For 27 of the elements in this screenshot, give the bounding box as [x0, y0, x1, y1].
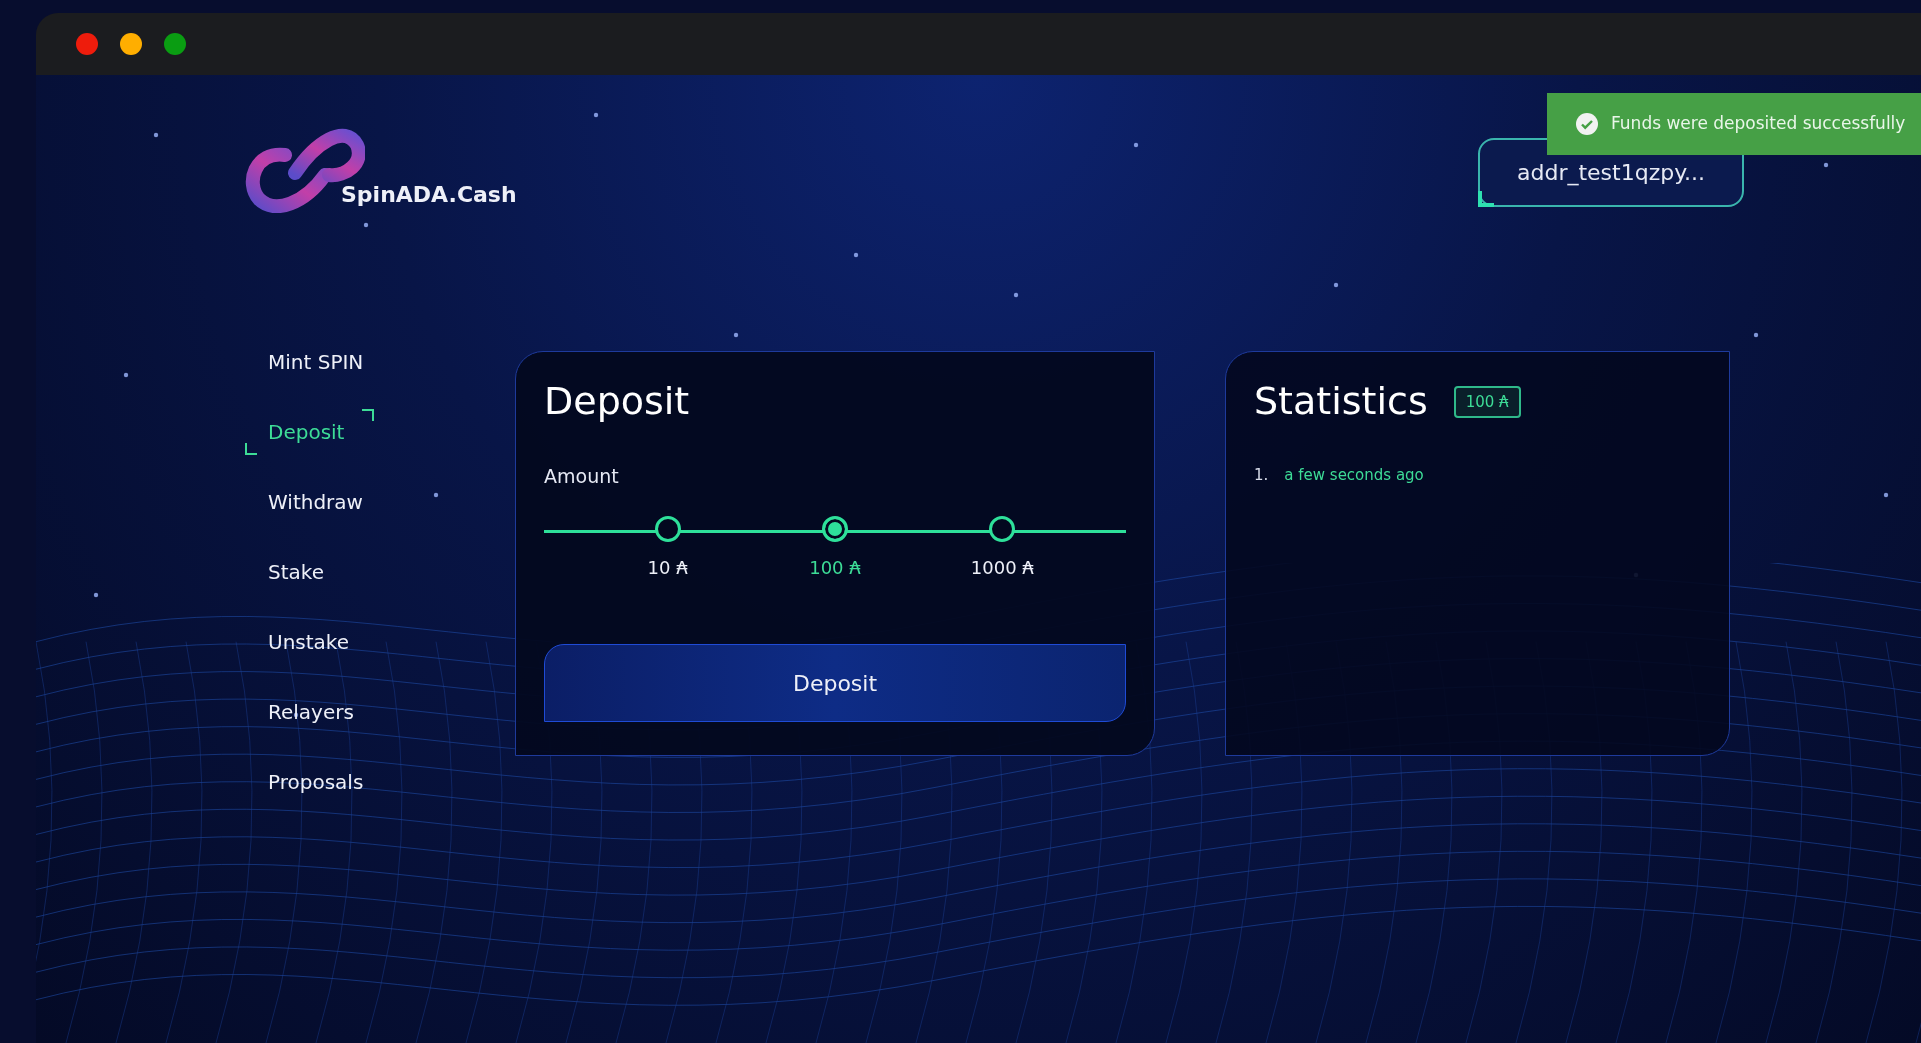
amount-label: 100 ₳	[809, 556, 861, 580]
amount-step[interactable]	[989, 516, 1016, 542]
amount-step[interactable]	[822, 516, 848, 542]
deposit-time: a few seconds ago	[1284, 464, 1424, 486]
check-circle-icon	[1575, 112, 1599, 136]
amount-slider[interactable]: 10 ₳ 100 ₳ 1000 ₳	[544, 516, 1126, 586]
card-title: Statistics	[1254, 378, 1428, 425]
logo-text: SpinADA.Cash	[341, 181, 517, 209]
amount-label: Amount	[544, 463, 620, 489]
nav-item[interactable]: Relayers	[245, 677, 384, 747]
nav-item[interactable]: Withdraw	[245, 467, 393, 537]
window-minimize-button[interactable]	[120, 33, 142, 55]
toast-message: Funds were deposited successfully	[1611, 112, 1906, 136]
amount-badge: 100 ₳	[1453, 385, 1521, 418]
amount-step[interactable]	[654, 516, 681, 542]
list-index: 1.	[1254, 464, 1269, 486]
deposit-button[interactable]: Deposit	[544, 644, 1126, 722]
window-close-button[interactable]	[76, 33, 98, 55]
card-title: Deposit	[544, 378, 691, 425]
nav-item[interactable]: Deposit	[245, 397, 375, 467]
nav-item[interactable]: Proposals	[245, 747, 394, 817]
window-maximize-button[interactable]	[164, 33, 186, 55]
nav-item[interactable]: Stake	[245, 537, 354, 607]
nav-item[interactable]: Mint SPIN	[245, 327, 394, 397]
nav-item[interactable]: Unstake	[245, 607, 379, 677]
amount-label: 10 ₳	[647, 556, 688, 580]
amount-label: 1000 ₳	[970, 556, 1034, 580]
